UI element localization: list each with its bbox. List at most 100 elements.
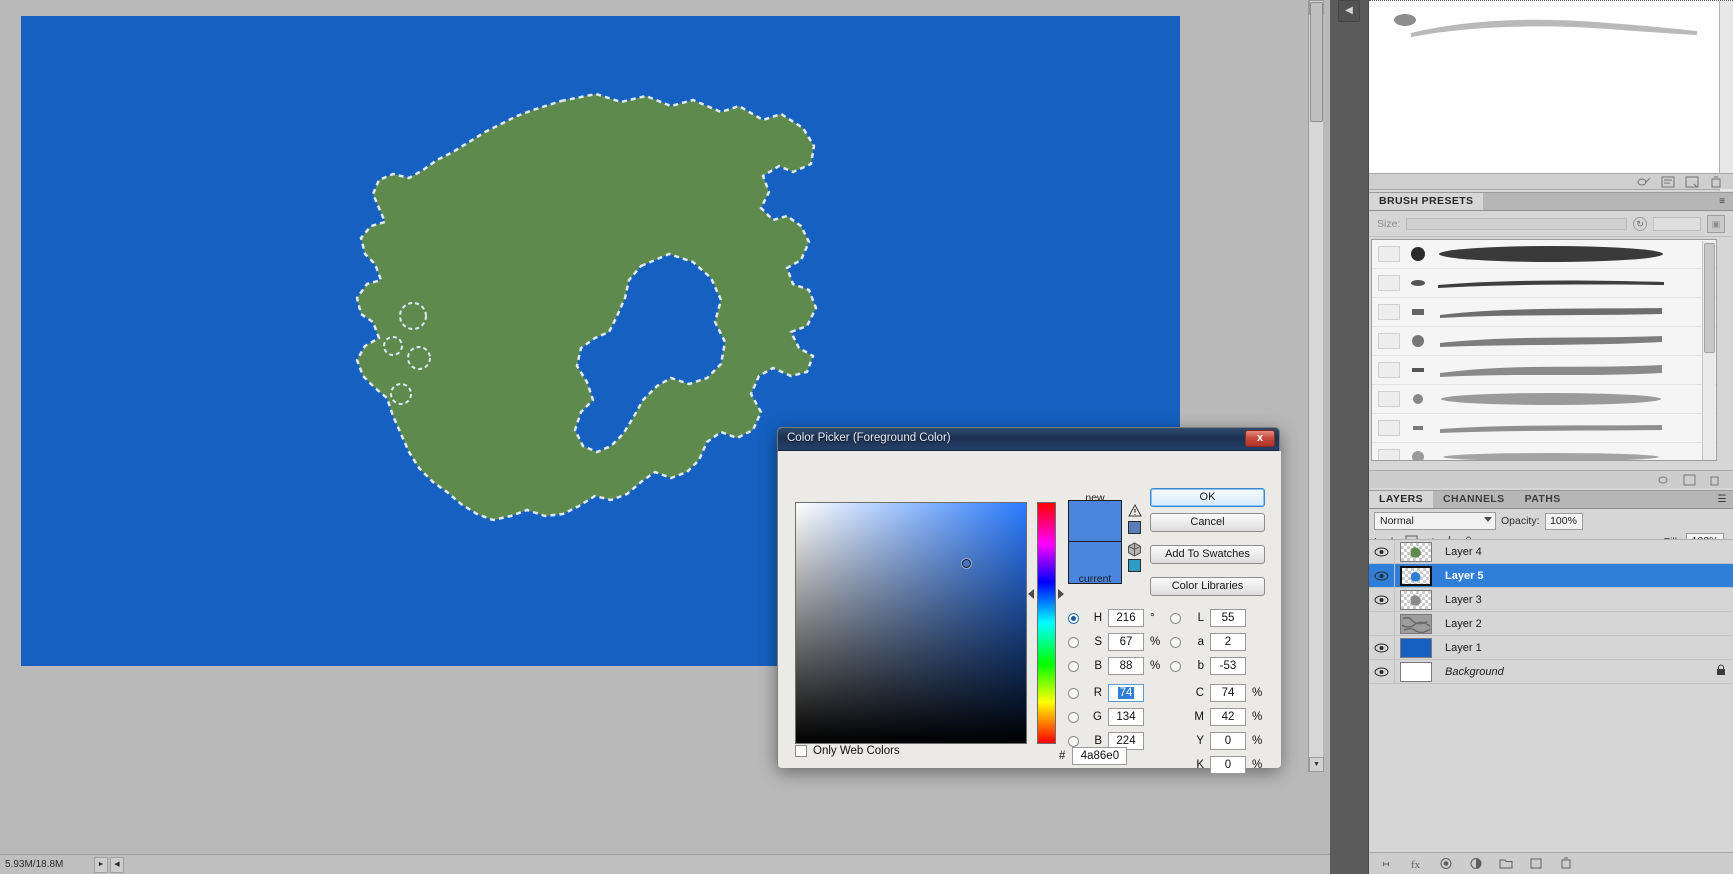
gamut-warning-icon[interactable] (1128, 504, 1142, 517)
brush-list-scrollbar[interactable] (1702, 241, 1715, 460)
add-to-swatches-button[interactable]: Add To Swatches (1150, 545, 1265, 564)
brush-preset-row[interactable] (1372, 240, 1716, 269)
layer-visibility-toggle[interactable] (1369, 540, 1395, 563)
radio-l[interactable] (1170, 612, 1181, 624)
layer-mask-icon[interactable] (1439, 857, 1453, 870)
status-play-button[interactable]: ► (94, 856, 108, 873)
layer-thumbnail-cell[interactable] (1395, 589, 1437, 610)
table-row[interactable]: Layer 4 (1369, 540, 1733, 564)
tab-layers[interactable]: LAYERS (1369, 491, 1434, 508)
input-s[interactable]: 67 (1108, 633, 1144, 651)
hex-row[interactable]: # 4a86e0 (1059, 746, 1128, 766)
table-row[interactable]: Layer 3 (1369, 588, 1733, 612)
table-row[interactable]: Background (1369, 660, 1733, 684)
layer-name[interactable]: Layer 2 (1437, 618, 1709, 630)
only-web-colors-row[interactable]: Only Web Colors (795, 745, 900, 757)
brush-size-value[interactable] (1653, 216, 1701, 231)
layer-name[interactable]: Layer 5 (1437, 570, 1709, 582)
cmyk-row-k[interactable]: K 0 % (1170, 755, 1262, 775)
toggle-brush-icon[interactable] (1658, 474, 1671, 486)
layer-name[interactable]: Background (1437, 666, 1709, 678)
radio-a[interactable] (1170, 636, 1181, 648)
layer-visibility-toggle[interactable] (1369, 612, 1395, 635)
brush-size-slider[interactable] (1406, 217, 1627, 230)
brush-preset-row[interactable] (1372, 327, 1716, 356)
radio-h[interactable] (1068, 612, 1079, 624)
brush-preset-row[interactable] (1372, 298, 1716, 327)
hex-input[interactable]: 4a86e0 (1072, 747, 1128, 765)
only-web-colors-checkbox[interactable] (795, 745, 807, 757)
tab-brush-presets[interactable]: BRUSH PRESETS (1369, 193, 1484, 210)
collapse-top-icon[interactable]: ◀ (1338, 0, 1360, 22)
input-l[interactable]: 55 (1210, 609, 1246, 627)
delete-preset-icon[interactable] (1709, 176, 1723, 188)
brush-scroll-thumb[interactable] (1704, 243, 1715, 353)
brush-panel-menu-icon[interactable]: ≡ (1715, 196, 1729, 208)
link-layers-icon[interactable] (1379, 857, 1393, 870)
new-preset-icon[interactable] (1661, 176, 1675, 188)
new-brush-icon[interactable] (1683, 474, 1696, 486)
radio-b-lab[interactable] (1170, 660, 1181, 672)
layer-thumbnail-cell[interactable] (1395, 661, 1437, 682)
delete-layer-icon[interactable] (1559, 857, 1573, 870)
hsb-row-h[interactable]: H 216 ° (1068, 608, 1155, 628)
tab-channels[interactable]: CHANNELS (1433, 491, 1515, 508)
radio-b-blue[interactable] (1068, 735, 1079, 747)
radio-g[interactable] (1068, 711, 1079, 723)
layer-name[interactable]: Layer 3 (1437, 594, 1709, 606)
brush-preset-row[interactable] (1372, 443, 1716, 460)
input-y[interactable]: 0 (1210, 732, 1246, 750)
input-b-lab[interactable]: -53 (1210, 657, 1246, 675)
color-libraries-button[interactable]: Color Libraries (1150, 577, 1265, 596)
cancel-button[interactable]: Cancel (1150, 513, 1265, 532)
layer-thumbnail-cell[interactable] (1395, 613, 1437, 634)
layer-visibility-toggle[interactable] (1369, 588, 1395, 611)
brush-preset-list[interactable] (1371, 239, 1717, 461)
radio-b-brightness[interactable] (1068, 660, 1079, 672)
brush-preset-row[interactable] (1372, 385, 1716, 414)
input-k[interactable]: 0 (1210, 756, 1246, 774)
hue-marker-left-icon[interactable] (1028, 589, 1034, 599)
web-safe-warning-icon[interactable] (1127, 542, 1142, 557)
input-b-brightness[interactable]: 88 (1108, 657, 1144, 675)
input-g[interactable]: 134 (1108, 708, 1144, 726)
layer-name[interactable]: Layer 1 (1437, 642, 1709, 654)
cmyk-row-c[interactable]: C 74 % (1170, 683, 1262, 703)
rgb-row-g[interactable]: G 134 (1068, 707, 1144, 727)
saturation-brightness-field[interactable] (795, 502, 1027, 744)
table-row[interactable]: Layer 5 (1369, 564, 1733, 588)
brush-preset-row[interactable] (1372, 414, 1716, 443)
layer-style-icon[interactable]: fx (1409, 857, 1423, 870)
cmyk-row-m[interactable]: M 42 % (1170, 707, 1262, 727)
layer-visibility-toggle[interactable] (1369, 564, 1395, 587)
brush-options-icon[interactable]: ▣ (1707, 214, 1725, 233)
cmyk-row-y[interactable]: Y 0 % (1170, 731, 1262, 751)
close-icon[interactable]: x (1245, 430, 1275, 447)
lab-row-b[interactable]: b -53 (1170, 656, 1246, 676)
layer-thumbnail-cell[interactable] (1395, 565, 1437, 586)
hue-slider[interactable] (1037, 502, 1056, 744)
canvas-vertical-scrollbar[interactable]: ▲ ▼ (1308, 0, 1324, 772)
new-group-icon[interactable] (1499, 857, 1513, 870)
scroll-thumb[interactable] (1310, 2, 1323, 122)
dialog-titlebar[interactable]: Color Picker (Foreground Color) x (778, 428, 1279, 451)
color-picker-dialog[interactable]: Color Picker (Foreground Color) x new cu… (777, 427, 1281, 774)
input-h[interactable]: 216 (1108, 609, 1144, 627)
input-r[interactable]: 74 (1108, 684, 1144, 702)
layer-thumbnail-cell[interactable] (1395, 637, 1437, 658)
input-c[interactable]: 74 (1210, 684, 1246, 702)
table-row[interactable]: Layer 1 (1369, 636, 1733, 660)
new-layer-icon[interactable] (1529, 857, 1543, 870)
layer-name[interactable]: Layer 4 (1437, 546, 1709, 558)
hsb-row-s[interactable]: S 67 % (1068, 632, 1160, 652)
web-safe-alternate-swatch[interactable] (1128, 559, 1141, 572)
status-arrow-button[interactable]: ◀ (110, 856, 124, 873)
layer-visibility-toggle[interactable] (1369, 636, 1395, 659)
tab-paths[interactable]: PATHS (1514, 491, 1571, 508)
toggle-brush-icon[interactable] (1637, 176, 1651, 188)
blend-mode-select[interactable]: Normal (1374, 512, 1496, 530)
radio-r[interactable] (1068, 687, 1079, 699)
gamut-alternate-swatch[interactable] (1128, 521, 1141, 534)
layer-list[interactable]: Layer 4 Layer 5 Layer 3 Layer 2 Layer 1 … (1369, 539, 1733, 829)
input-m[interactable]: 42 (1210, 708, 1246, 726)
